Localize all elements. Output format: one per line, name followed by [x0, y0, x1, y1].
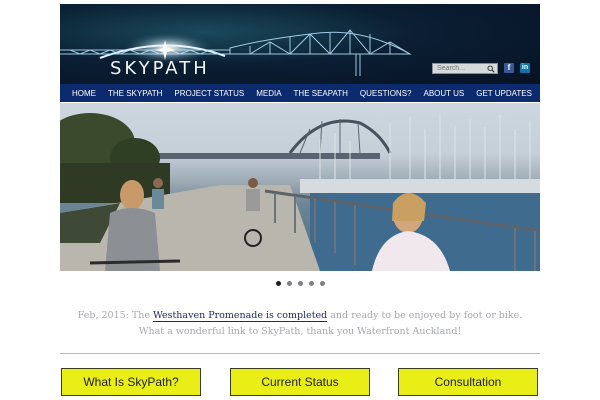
consultation-button[interactable]: Consultation	[398, 368, 538, 396]
carousel-dot-1[interactable]	[275, 281, 281, 286]
divider	[60, 353, 540, 354]
nav-item-project-status[interactable]: PROJECT STATUS	[168, 89, 250, 98]
news-prefix: Feb, 2015: The	[77, 310, 153, 321]
westhaven-promenade-link[interactable]: Westhaven Promenade is completed	[153, 310, 328, 322]
hero-slideshow[interactable]	[60, 103, 540, 271]
nav-item-home[interactable]: HOME	[60, 89, 102, 98]
carousel-indicators	[0, 281, 600, 286]
nav-item-the-skypath[interactable]: THE SKYPATH	[102, 89, 168, 98]
facebook-icon[interactable]: f	[504, 63, 514, 73]
nav-item-questions[interactable]: QUESTIONS?	[354, 89, 418, 98]
nav-item-about-us[interactable]: ABOUT US	[418, 89, 471, 98]
carousel-dot-3[interactable]	[297, 281, 303, 286]
news-announcement: Feb, 2015: The Westhaven Promenade is co…	[60, 308, 540, 340]
carousel-dot-5[interactable]	[319, 281, 325, 286]
nav-item-the-seapath[interactable]: THE SEAPATH	[288, 89, 354, 98]
linkedin-icon[interactable]: in	[520, 63, 530, 73]
news-suffix: and ready to be enjoyed by foot or bike.	[327, 310, 523, 321]
what-is-skypath-button[interactable]: What Is SkyPath?	[61, 368, 201, 396]
site-header: SKYPATH f in	[60, 4, 540, 84]
nav-item-get-updates[interactable]: GET UPDATES	[470, 89, 538, 98]
site-logo[interactable]: SKYPATH	[110, 58, 210, 79]
news-line-1: Feb, 2015: The Westhaven Promenade is co…	[60, 308, 540, 324]
search-input[interactable]	[437, 65, 487, 72]
news-line-2: What a wonderful link to SkyPath, thank …	[138, 326, 462, 337]
carousel-dot-2[interactable]	[286, 281, 292, 286]
search-field[interactable]	[432, 63, 498, 74]
main-nav: HOME THE SKYPATH PROJECT STATUS MEDIA TH…	[60, 84, 540, 102]
search-icon[interactable]	[487, 65, 495, 73]
current-status-button[interactable]: Current Status	[230, 368, 370, 396]
hero-photo	[60, 113, 540, 271]
nav-item-media[interactable]: MEDIA	[250, 89, 287, 98]
carousel-dot-4[interactable]	[308, 281, 314, 286]
